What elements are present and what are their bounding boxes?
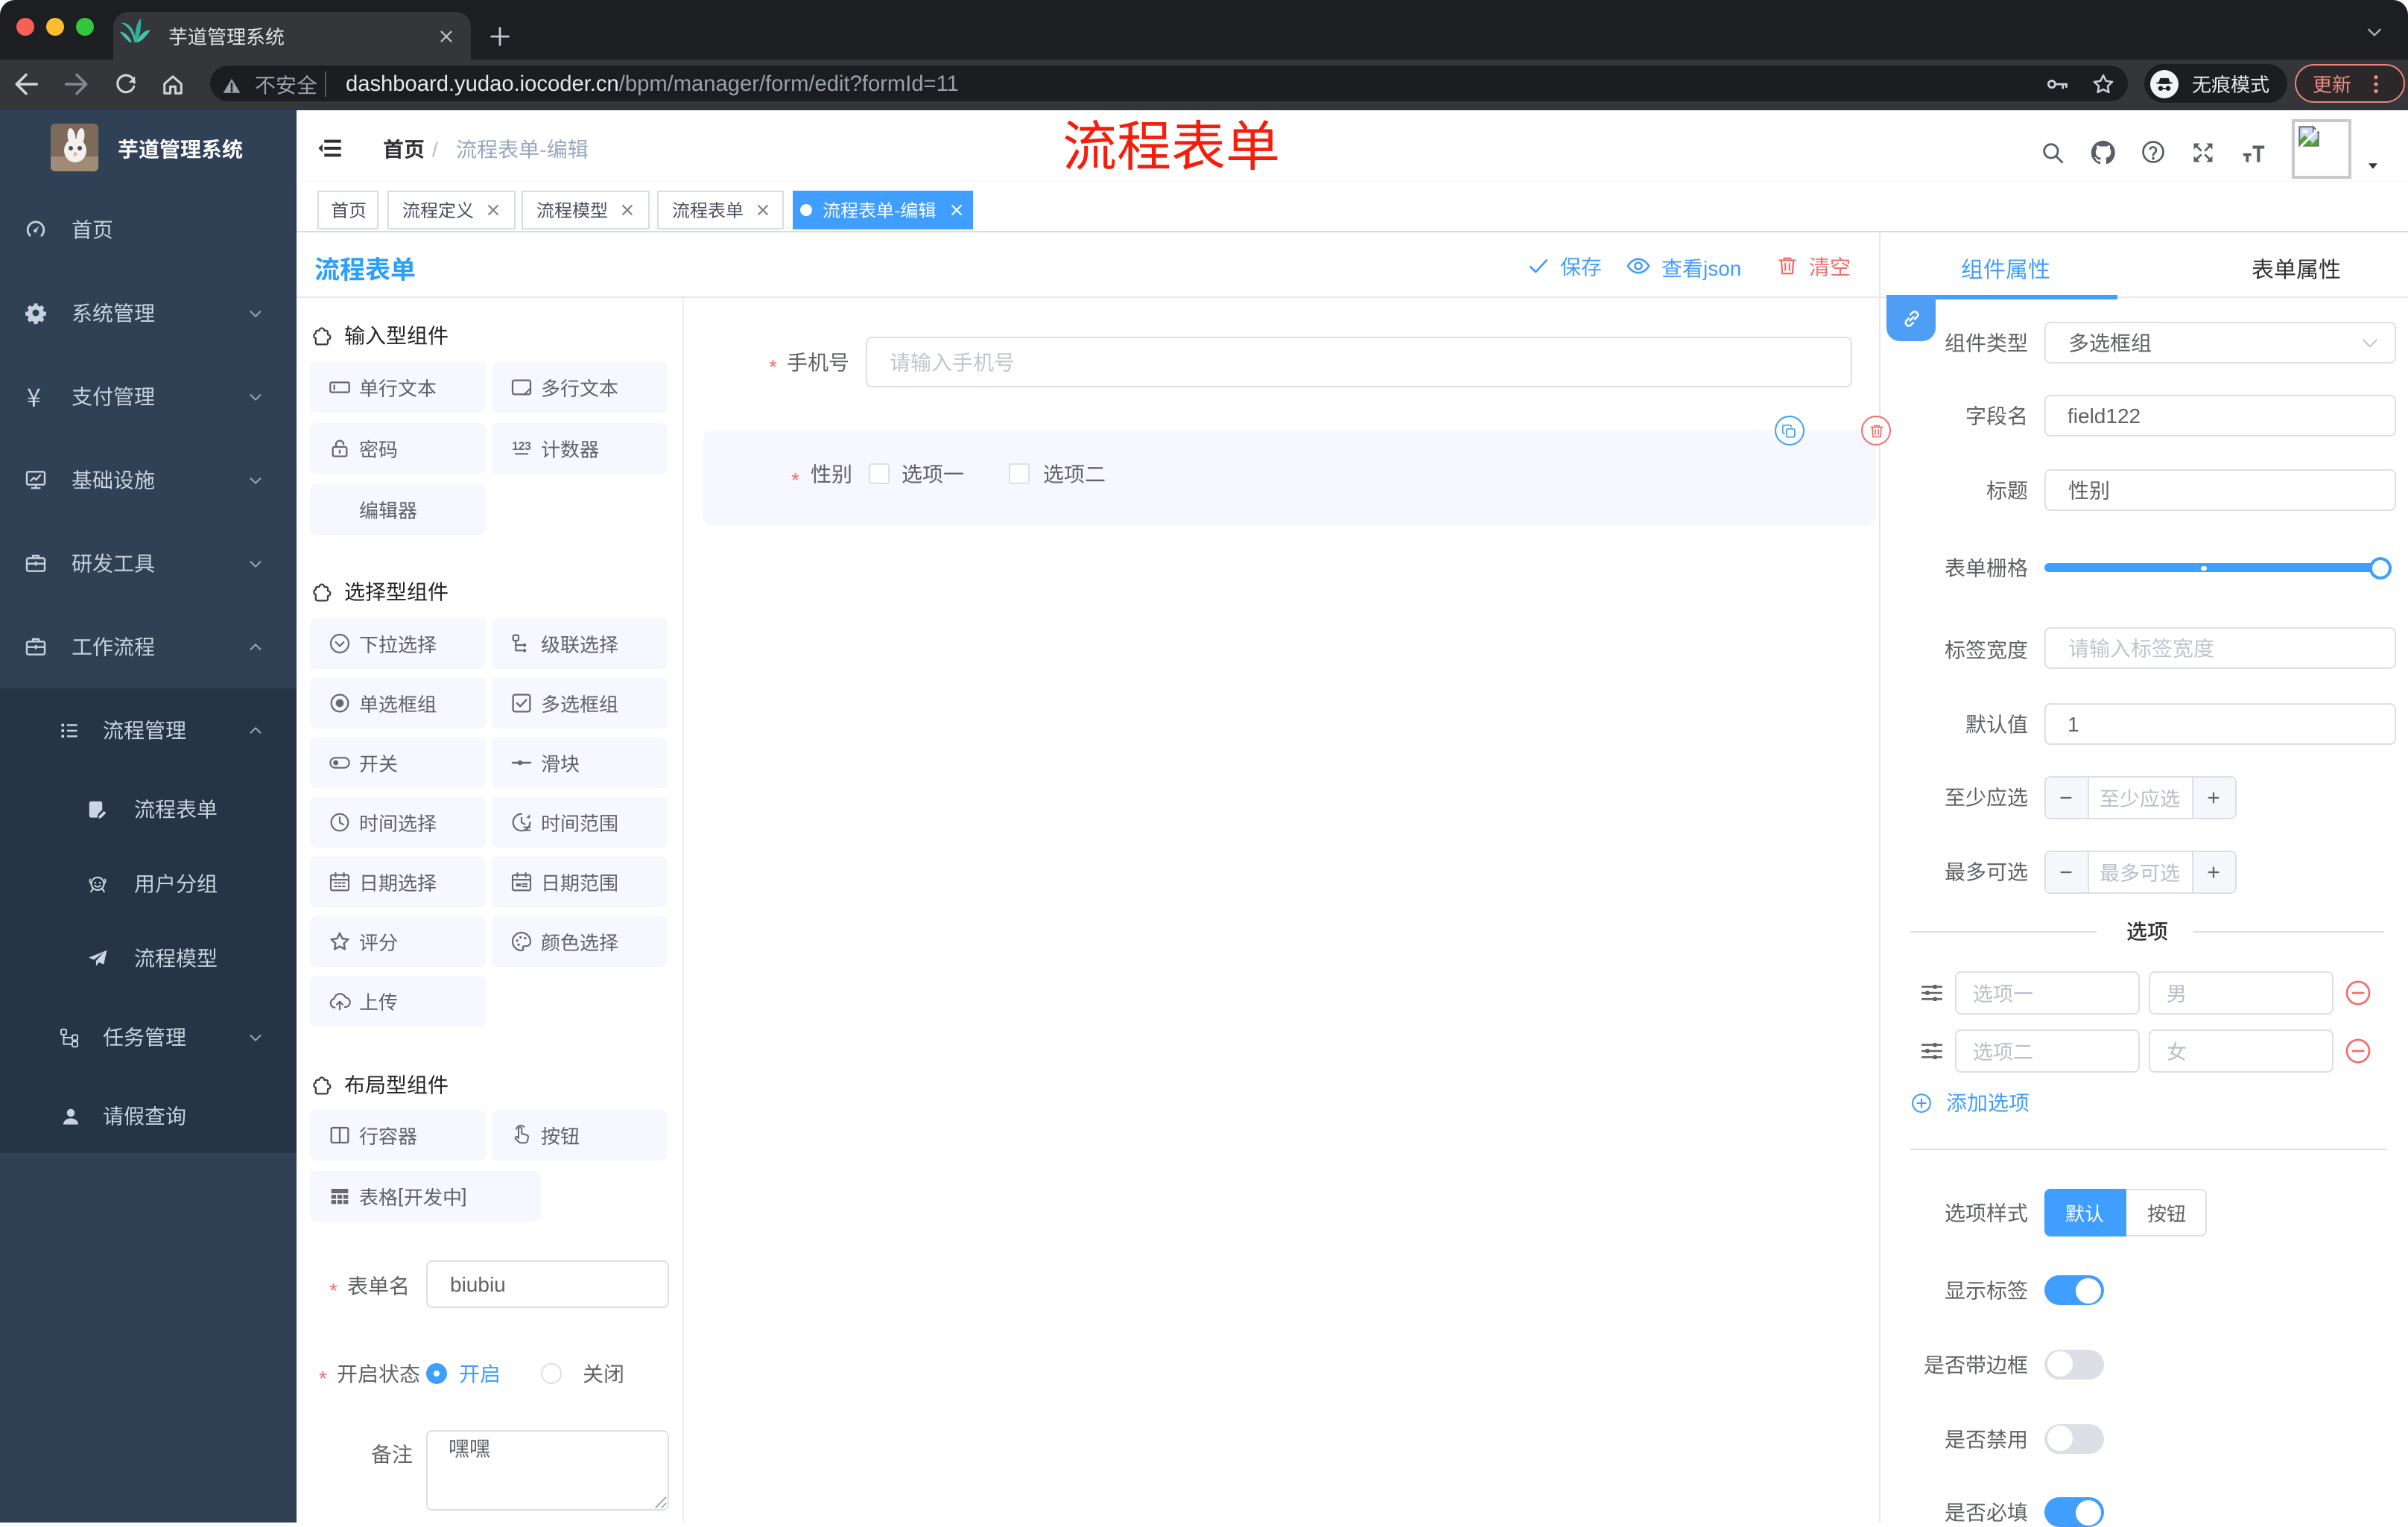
- svg-text:123: 123: [512, 440, 531, 453]
